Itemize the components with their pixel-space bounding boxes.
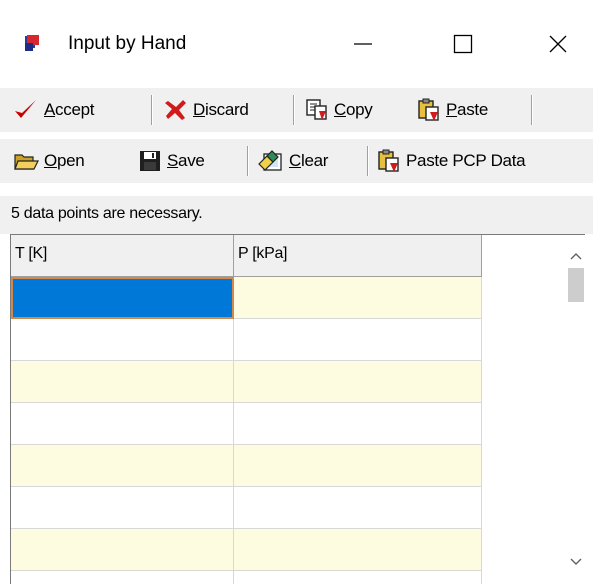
save-button[interactable]: Save: [138, 147, 205, 175]
grid-cell[interactable]: [234, 445, 482, 487]
column-header-p[interactable]: P [kPa]: [234, 235, 482, 277]
grid-cell[interactable]: [11, 487, 234, 529]
file-toolbar: Open Save Clear Paste PCP Data: [0, 139, 593, 183]
clear-label: Clear: [289, 151, 329, 170]
vertical-scrollbar[interactable]: [567, 235, 585, 584]
open-label: Open: [44, 151, 85, 170]
paste-pcp-data-button[interactable]: Paste PCP Data: [377, 147, 526, 175]
toolbar-separator: [367, 146, 369, 176]
grid-cell[interactable]: [234, 529, 482, 571]
grid-cell[interactable]: [234, 361, 482, 403]
grid-cell[interactable]: [234, 571, 482, 584]
close-button[interactable]: [535, 24, 581, 64]
floppy-disk-icon: [140, 151, 160, 171]
app-icon: [25, 35, 39, 51]
grid-cell[interactable]: [11, 319, 234, 361]
discard-label: Discard: [193, 100, 249, 119]
grid-cell[interactable]: [234, 319, 482, 361]
grid-cell[interactable]: [11, 571, 234, 584]
paste-button[interactable]: Paste: [417, 96, 488, 124]
grid-cell[interactable]: [11, 361, 234, 403]
column-header-t[interactable]: T [K]: [11, 235, 234, 277]
data-grid[interactable]: T [K] P [kPa]: [10, 234, 585, 584]
grid-cell[interactable]: [11, 529, 234, 571]
minimize-button[interactable]: [340, 24, 386, 64]
copy-icon: [306, 99, 327, 120]
accept-button[interactable]: Accept: [13, 96, 94, 124]
scroll-up-icon[interactable]: [569, 249, 583, 263]
paste-icon: [418, 98, 439, 121]
open-button[interactable]: Open: [13, 147, 85, 175]
discard-button[interactable]: Discard: [164, 96, 249, 124]
clear-icon: [258, 150, 282, 171]
maximize-button[interactable]: [440, 24, 486, 64]
toolbar-separator: [293, 95, 295, 125]
save-label: Save: [167, 151, 205, 170]
toolbar-separator: [151, 95, 153, 125]
copy-button[interactable]: Copy: [305, 96, 373, 124]
accept-label: Accept: [44, 100, 95, 119]
grid-cell[interactable]: [11, 403, 234, 445]
edit-toolbar: Accept Discard Copy Paste: [0, 88, 593, 132]
copy-label: Copy: [334, 100, 373, 119]
status-message: 5 data points are necessary.: [11, 205, 203, 222]
maximize-icon: [453, 34, 473, 54]
scroll-down-icon[interactable]: [569, 555, 583, 569]
grid-cell[interactable]: [11, 277, 234, 319]
folder-open-icon: [14, 154, 39, 170]
title-bar: Input by Hand: [0, 0, 593, 88]
paste-icon: [378, 149, 399, 172]
window-title: Input by Hand: [68, 33, 187, 54]
grid-cell[interactable]: [234, 403, 482, 445]
paste-label: Paste: [446, 100, 488, 119]
x-icon: [165, 100, 186, 120]
grid-cell[interactable]: [234, 487, 482, 529]
toolbar-separator: [247, 146, 249, 176]
check-icon: [15, 100, 36, 118]
clear-button[interactable]: Clear: [258, 147, 328, 175]
grid-cell[interactable]: [234, 277, 482, 319]
paste-pcp-data-label: Paste PCP Data: [406, 151, 526, 170]
toolbar-separator: [531, 95, 533, 125]
status-bar: 5 data points are necessary.: [0, 196, 593, 234]
scrollbar-thumb[interactable]: [568, 268, 584, 302]
close-icon: [549, 35, 567, 53]
minimize-icon: [354, 43, 372, 45]
grid-cell[interactable]: [11, 445, 234, 487]
